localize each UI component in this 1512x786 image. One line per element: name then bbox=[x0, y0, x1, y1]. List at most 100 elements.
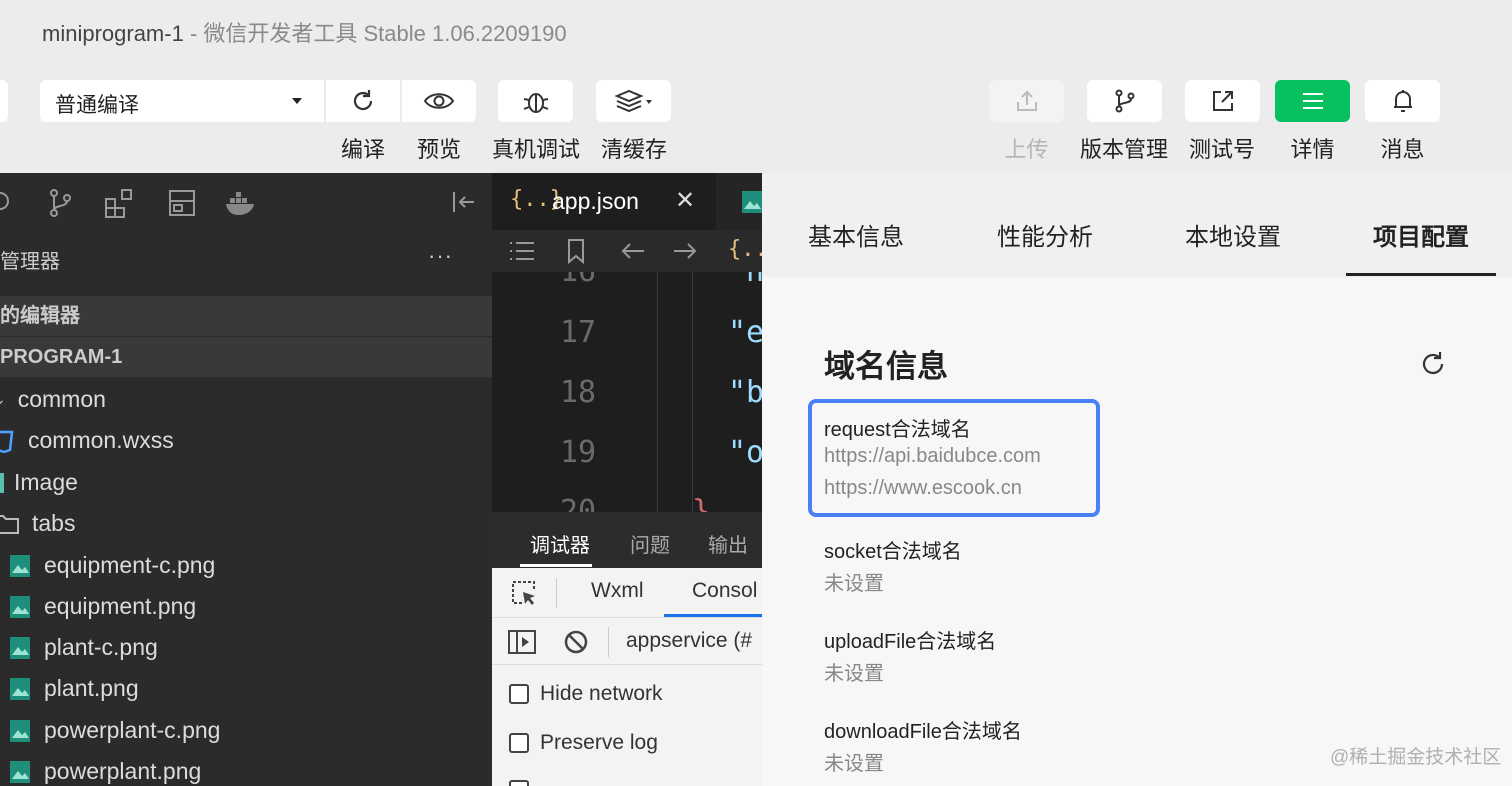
tab-console[interactable]: Consol bbox=[692, 579, 757, 603]
image-file-icon bbox=[10, 677, 30, 700]
tree-file-common-wxss[interactable]: common.wxss bbox=[0, 427, 174, 454]
details-button[interactable] bbox=[1275, 80, 1350, 122]
project-root-section[interactable]: PROGRAM-1 bbox=[0, 337, 492, 377]
close-icon[interactable]: ✕ bbox=[675, 186, 695, 215]
arrow-left-icon[interactable] bbox=[620, 240, 646, 262]
explorer-header: 管理器 bbox=[0, 251, 60, 273]
preserve-log-label: Preserve log bbox=[540, 731, 658, 754]
search-icon[interactable] bbox=[0, 187, 16, 217]
project-config-content: 域名信息 request合法域名 https://api.baidubce.co… bbox=[762, 277, 1512, 786]
tree-file-powerplant-c[interactable]: powerplant-c.png bbox=[8, 717, 220, 744]
tab-wxml[interactable]: Wxml bbox=[591, 579, 643, 603]
extensions-icon[interactable] bbox=[104, 187, 136, 219]
image-file-icon bbox=[10, 554, 30, 577]
tree-file-powerplant[interactable]: powerplant.png bbox=[8, 758, 201, 785]
tab-project-config[interactable]: 项目配置 bbox=[1373, 217, 1469, 252]
preview-button[interactable] bbox=[402, 80, 476, 122]
socket-domain-title: socket合法域名 bbox=[824, 541, 962, 563]
folder-icon bbox=[0, 514, 19, 534]
more-actions-icon[interactable]: ··· bbox=[428, 243, 453, 269]
inspect-element-icon[interactable] bbox=[510, 579, 538, 607]
tab-local-settings[interactable]: 本地设置 bbox=[1185, 217, 1281, 252]
source-control-icon[interactable] bbox=[46, 187, 74, 219]
real-debug-label[interactable]: 真机调试 bbox=[486, 132, 586, 164]
real-debug-button[interactable] bbox=[498, 80, 573, 122]
tree-file-equipment[interactable]: equipment.png bbox=[8, 593, 196, 620]
request-domain-value: https://api.baidubce.com bbox=[824, 445, 1041, 467]
context-selector[interactable]: appservice (# bbox=[626, 629, 752, 653]
sidebar-toggle-icon[interactable] bbox=[507, 629, 537, 655]
compile-button[interactable] bbox=[326, 80, 400, 122]
bookmark-icon[interactable] bbox=[566, 238, 586, 264]
clear-cache-label[interactable]: 清缓存 bbox=[594, 132, 674, 164]
hide-network-checkbox[interactable] bbox=[509, 684, 529, 704]
upload-label[interactable]: 上传 bbox=[989, 132, 1064, 164]
hide-network-label: Hide network bbox=[540, 682, 663, 705]
tree-folder-image[interactable]: Image bbox=[0, 469, 78, 496]
test-account-label[interactable]: 测试号 bbox=[1182, 132, 1262, 164]
tab-problems[interactable]: 问题 bbox=[630, 529, 670, 558]
toolbar-left-button[interactable] bbox=[0, 80, 8, 122]
list-icon[interactable] bbox=[508, 240, 536, 262]
download-domain-value: 未设置 bbox=[824, 753, 884, 775]
editor-tabbar: {..} app.json ✕ bbox=[492, 173, 762, 230]
request-domain-title: request合法域名 bbox=[824, 419, 971, 441]
menu-icon bbox=[1302, 93, 1323, 109]
line-number: 18 bbox=[560, 375, 597, 410]
version-mgmt-label[interactable]: 版本管理 bbox=[1074, 132, 1174, 164]
arrow-right-icon[interactable] bbox=[672, 240, 698, 262]
tree-file-plant-c[interactable]: plant-c.png bbox=[8, 634, 158, 661]
external-link-icon bbox=[1212, 91, 1233, 111]
image-file-icon[interactable] bbox=[740, 189, 762, 215]
tree-file-plant[interactable]: plant.png bbox=[8, 675, 139, 702]
tab-performance[interactable]: 性能分析 bbox=[997, 217, 1093, 252]
chevron-down-icon: ⌄ bbox=[0, 391, 6, 408]
docker-icon[interactable] bbox=[224, 187, 258, 219]
line-number: 20 bbox=[560, 494, 597, 512]
open-editors-section[interactable]: 的编辑器 bbox=[0, 296, 492, 336]
preview-label[interactable]: 预览 bbox=[402, 132, 476, 164]
line-number: 19 bbox=[560, 435, 597, 470]
clear-cache-button[interactable] bbox=[596, 80, 671, 122]
compile-mode-select[interactable]: 普通编译 bbox=[40, 80, 324, 122]
tab-basic-info[interactable]: 基本信息 bbox=[808, 217, 904, 252]
preserve-log-checkbox[interactable] bbox=[509, 733, 529, 753]
tree-folder-common[interactable]: ⌄ common bbox=[0, 386, 106, 413]
upload-domain-value: 未设置 bbox=[824, 663, 884, 685]
devtools-tabs: Wxml Consol bbox=[492, 568, 762, 618]
storage-icon[interactable] bbox=[168, 187, 196, 219]
window-title: miniprogram-1 - 微信开发者工具 Stable 1.06.2209… bbox=[42, 21, 567, 46]
activity-bar bbox=[0, 173, 492, 231]
image-file-icon bbox=[10, 595, 30, 618]
request-domain-value: https://www.escook.cn bbox=[824, 477, 1022, 499]
tab-output[interactable]: 输出 bbox=[708, 529, 748, 558]
upload-icon bbox=[1016, 90, 1037, 111]
tab-debugger[interactable]: 调试器 bbox=[530, 529, 590, 558]
tree-folder-tabs[interactable]: tabs bbox=[0, 510, 75, 537]
details-label[interactable]: 详情 bbox=[1275, 132, 1350, 164]
code-editor: {..} app.json ✕ {..} 16 "n 17 "e 18 "b 1… bbox=[492, 173, 762, 786]
tab-label: app.json bbox=[552, 188, 639, 214]
image-file-icon bbox=[10, 760, 30, 783]
refresh-icon[interactable] bbox=[1418, 349, 1448, 379]
code-line: } bbox=[692, 494, 711, 512]
collapse-sidebar-icon[interactable] bbox=[450, 187, 478, 217]
tree-file-equipment-c[interactable]: equipment-c.png bbox=[8, 552, 215, 579]
checkbox[interactable] bbox=[509, 780, 529, 786]
indent-guide bbox=[657, 272, 658, 512]
code-area[interactable]: 16 "n 17 "e 18 "b 19 "o 20 } bbox=[492, 272, 762, 512]
upload-domain-title: uploadFile合法域名 bbox=[824, 631, 997, 653]
compile-label[interactable]: 编译 bbox=[326, 132, 400, 164]
messages-button[interactable] bbox=[1365, 80, 1440, 122]
upload-button[interactable] bbox=[989, 80, 1064, 122]
debugger-tabs: 调试器 问题 输出 bbox=[492, 512, 762, 568]
code-line: "b bbox=[728, 375, 762, 410]
tab-app-json[interactable]: {..} app.json ✕ bbox=[492, 173, 716, 230]
details-tabs: 基本信息 性能分析 本地设置 项目配置 bbox=[762, 173, 1512, 277]
clear-console-icon[interactable] bbox=[563, 629, 589, 655]
test-account-button[interactable] bbox=[1185, 80, 1260, 122]
messages-label[interactable]: 消息 bbox=[1365, 132, 1440, 164]
editor-toolbar: {..} bbox=[492, 230, 762, 272]
version-mgmt-button[interactable] bbox=[1087, 80, 1162, 122]
active-tab-indicator bbox=[1346, 273, 1496, 276]
